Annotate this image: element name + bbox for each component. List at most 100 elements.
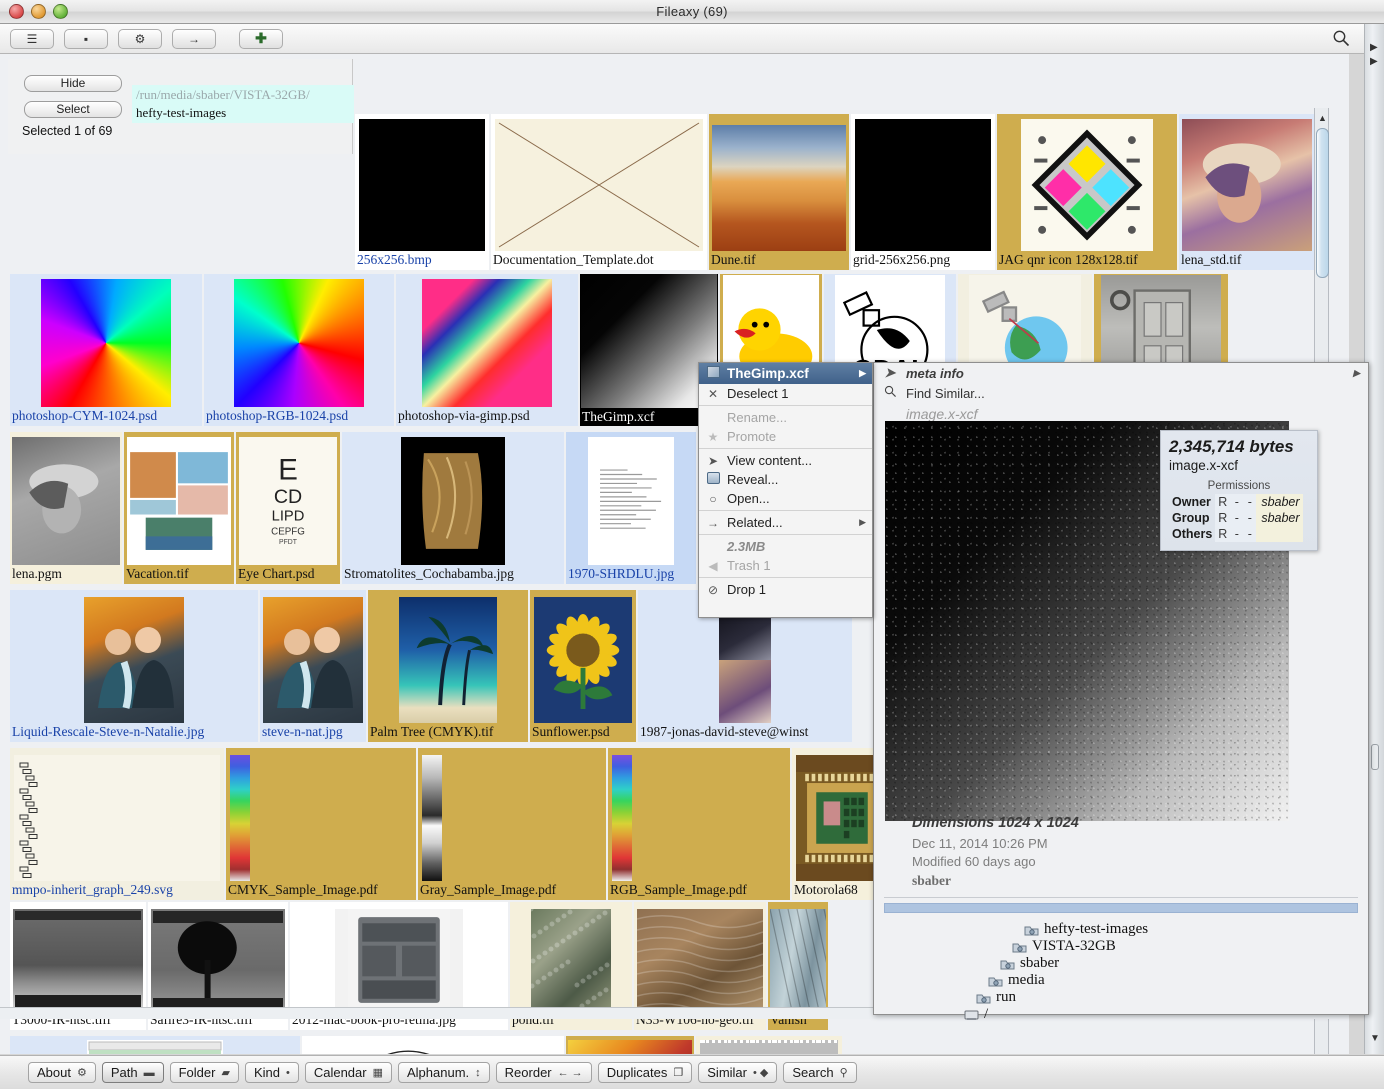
permissions-write[interactable]: - — [1230, 510, 1244, 526]
kind-button[interactable]: Kind • — [244, 1062, 299, 1083]
edge-scroll-down-arrow[interactable]: ▼ — [1370, 1033, 1380, 1044]
thumbnail-image[interactable] — [365, 1040, 501, 1054]
thumbnail-image[interactable] — [399, 597, 497, 723]
thumbnail-image[interactable] — [230, 755, 412, 881]
calendar-button[interactable]: Calendar ▦ — [304, 1062, 392, 1083]
edge-scroll-up-arrow-2[interactable]: ▶ — [1370, 56, 1378, 67]
menu-title-thegimp-xcf[interactable]: TheGimp.xcf ▶ — [699, 363, 872, 384]
search-button[interactable]: Search ⚲ — [783, 1062, 857, 1083]
thumbnail-image[interactable] — [12, 437, 120, 565]
menu-deselect[interactable]: ✕ Deselect 1 — [699, 384, 872, 403]
path-tree-item[interactable]: run — [976, 989, 1016, 1006]
stop-button[interactable]: ▪ — [64, 28, 108, 49]
thumbnail-image[interactable] — [855, 119, 991, 251]
forward-button[interactable]: → — [172, 28, 216, 49]
thumbnail-cell[interactable]: 256x256.bmp — [355, 114, 489, 270]
window-controls[interactable] — [9, 4, 68, 19]
find-similar-item[interactable]: Find Similar... — [874, 383, 1368, 403]
permissions-read[interactable]: R — [1215, 494, 1231, 510]
thumbnail-image[interactable] — [422, 755, 602, 881]
thumbnail-cell[interactable]: steve-n-nat.jpg — [260, 590, 366, 742]
hide-button[interactable]: Hide — [24, 75, 122, 92]
edge-scroll-thumb[interactable] — [1371, 744, 1379, 770]
folder-button[interactable]: Folder ▰ — [169, 1062, 239, 1083]
alphanum-button[interactable]: Alphanum. ↕ — [398, 1062, 490, 1083]
thumbnail-image[interactable] — [588, 437, 674, 565]
reorder-button[interactable]: Reorder ← → — [495, 1062, 592, 1083]
thumbnail-cell[interactable]: photoshop-CYM-1024.psd — [10, 274, 202, 426]
thumbnail-cell[interactable]: 1970-SHRDLU.jpg — [566, 432, 696, 584]
menu-button[interactable]: ☰ — [10, 28, 54, 49]
file-context-menu[interactable]: TheGimp.xcf ▶ ✕ Deselect 1 Rename... ★ Promote… — [698, 362, 873, 618]
thumbnail-cell[interactable]: grid-256x256.png — [851, 114, 995, 270]
thumbnail-image[interactable]: E CD LIPD CEPFG PFDT — [239, 437, 337, 565]
menu-reveal[interactable]: Reveal... — [699, 470, 872, 489]
thumbnail-cell[interactable]: Dune.tif — [709, 114, 849, 270]
thumbnail-image[interactable] — [770, 909, 826, 1011]
select-button[interactable]: Select — [24, 101, 122, 118]
permissions-read[interactable]: R — [1215, 526, 1231, 542]
thumbnail-cell[interactable]: photoshop-via-gimp.psd — [396, 274, 578, 426]
thumbnail-cell[interactable]: Sunflower.psd — [530, 590, 636, 742]
permissions-read[interactable]: R — [1215, 510, 1231, 526]
menu-open[interactable]: ○ Open... — [699, 489, 872, 508]
thumbnail-cell[interactable]: lena_std.tif — [1179, 114, 1315, 270]
thumbnail-image[interactable] — [637, 909, 763, 1011]
thumbnail-image[interactable] — [1182, 119, 1312, 251]
thumbnail-cell[interactable]: RGB_Sample_Image.pdf — [608, 748, 790, 900]
current-path-display[interactable]: /run/media/sbaber/VISTA-32GB/ hefty-test… — [132, 85, 354, 123]
thumbnail-image[interactable] — [359, 119, 485, 251]
thumbnail-cell[interactable]: Liquid-Rescale-Steve-n-Natalie.jpg — [10, 590, 258, 742]
thumbnail-cell[interactable]: Gray_Sample_Image.pdf — [418, 748, 606, 900]
permissions-write[interactable]: - — [1230, 494, 1244, 510]
path-tree-item[interactable]: media — [988, 972, 1045, 989]
vertical-scroll-thumb[interactable] — [1316, 128, 1329, 278]
thumbnail-image[interactable] — [568, 1040, 692, 1054]
thumbnail-cell[interactable]: CMYK_Sample_Image.pdf — [226, 748, 416, 900]
permissions-exec[interactable]: - — [1243, 510, 1257, 526]
thumbnail-image[interactable] — [531, 909, 611, 1011]
scroll-up-arrow[interactable]: ▲ — [1316, 112, 1329, 125]
meta-info-item[interactable]: ➤ meta info ▶ — [874, 363, 1368, 383]
permissions-exec[interactable]: - — [1243, 526, 1257, 542]
thumbnail-image[interactable] — [13, 909, 143, 1011]
thumbnail-cell[interactable]: mmpo-inherit_graph_249.svg — [10, 748, 224, 900]
about-button[interactable]: About ⚙ — [28, 1062, 96, 1083]
minimize-window-button[interactable] — [31, 4, 46, 19]
thumbnail-image[interactable] — [263, 597, 363, 723]
thumbnail-image[interactable] — [127, 437, 231, 565]
panel-selection-bar[interactable] — [884, 903, 1358, 913]
thumbnail-cell[interactable]: Vacation.tif — [124, 432, 234, 584]
path-tree-item[interactable]: hefty-test-images — [1024, 921, 1148, 938]
maximize-window-button[interactable] — [53, 4, 68, 19]
path-tree-item[interactable]: / — [964, 1006, 988, 1023]
thumbnail-image[interactable] — [712, 125, 846, 251]
thumbnail-cell[interactable]: JAG qnr icon 128x128.tif — [997, 114, 1177, 270]
edge-scroll-up-arrow[interactable]: ▶ — [1370, 42, 1378, 53]
thumbnail-image[interactable] — [87, 1040, 223, 1054]
file-info-panel[interactable]: ➤ meta info ▶ Find Similar... image.x-xc… — [873, 362, 1369, 1022]
search-icon[interactable] — [1332, 29, 1350, 47]
thumbnail-image[interactable] — [700, 1040, 838, 1054]
thumbnail-image[interactable] — [41, 279, 171, 407]
thumbnail-cell[interactable] — [566, 1036, 694, 1054]
thumbnail-image[interactable] — [84, 597, 184, 723]
add-button[interactable]: ✚ — [239, 28, 283, 49]
thumbnail-cell[interactable]: lena.pgm — [10, 432, 122, 584]
close-window-button[interactable] — [9, 4, 24, 19]
thumbnail-cell[interactable] — [302, 1036, 564, 1054]
thumbnail-cell[interactable]: photoshop-RGB-1024.psd — [204, 274, 394, 426]
thumbnail-cell[interactable]: Palm Tree (CMYK).tif — [368, 590, 528, 742]
thumbnail-image[interactable] — [151, 909, 285, 1011]
thumbnail-cell[interactable] — [10, 1036, 300, 1054]
thumbnail-cell[interactable]: Stromatolites_Cochabamba.jpg — [342, 432, 564, 584]
thumbnail-image[interactable] — [581, 274, 717, 408]
permissions-write[interactable]: - — [1230, 526, 1244, 542]
menu-drop[interactable]: ⊘ Drop 1 — [699, 580, 872, 599]
path-tree-item[interactable]: VISTA-32GB — [1012, 938, 1116, 955]
path-button[interactable]: Path ▬ — [101, 1062, 164, 1083]
duplicates-button[interactable]: Duplicates ❐ — [597, 1062, 693, 1083]
thumbnail-image[interactable] — [335, 909, 463, 1011]
path-tree-item[interactable]: sbaber — [1000, 955, 1059, 972]
thumbnail-image[interactable] — [234, 279, 364, 407]
